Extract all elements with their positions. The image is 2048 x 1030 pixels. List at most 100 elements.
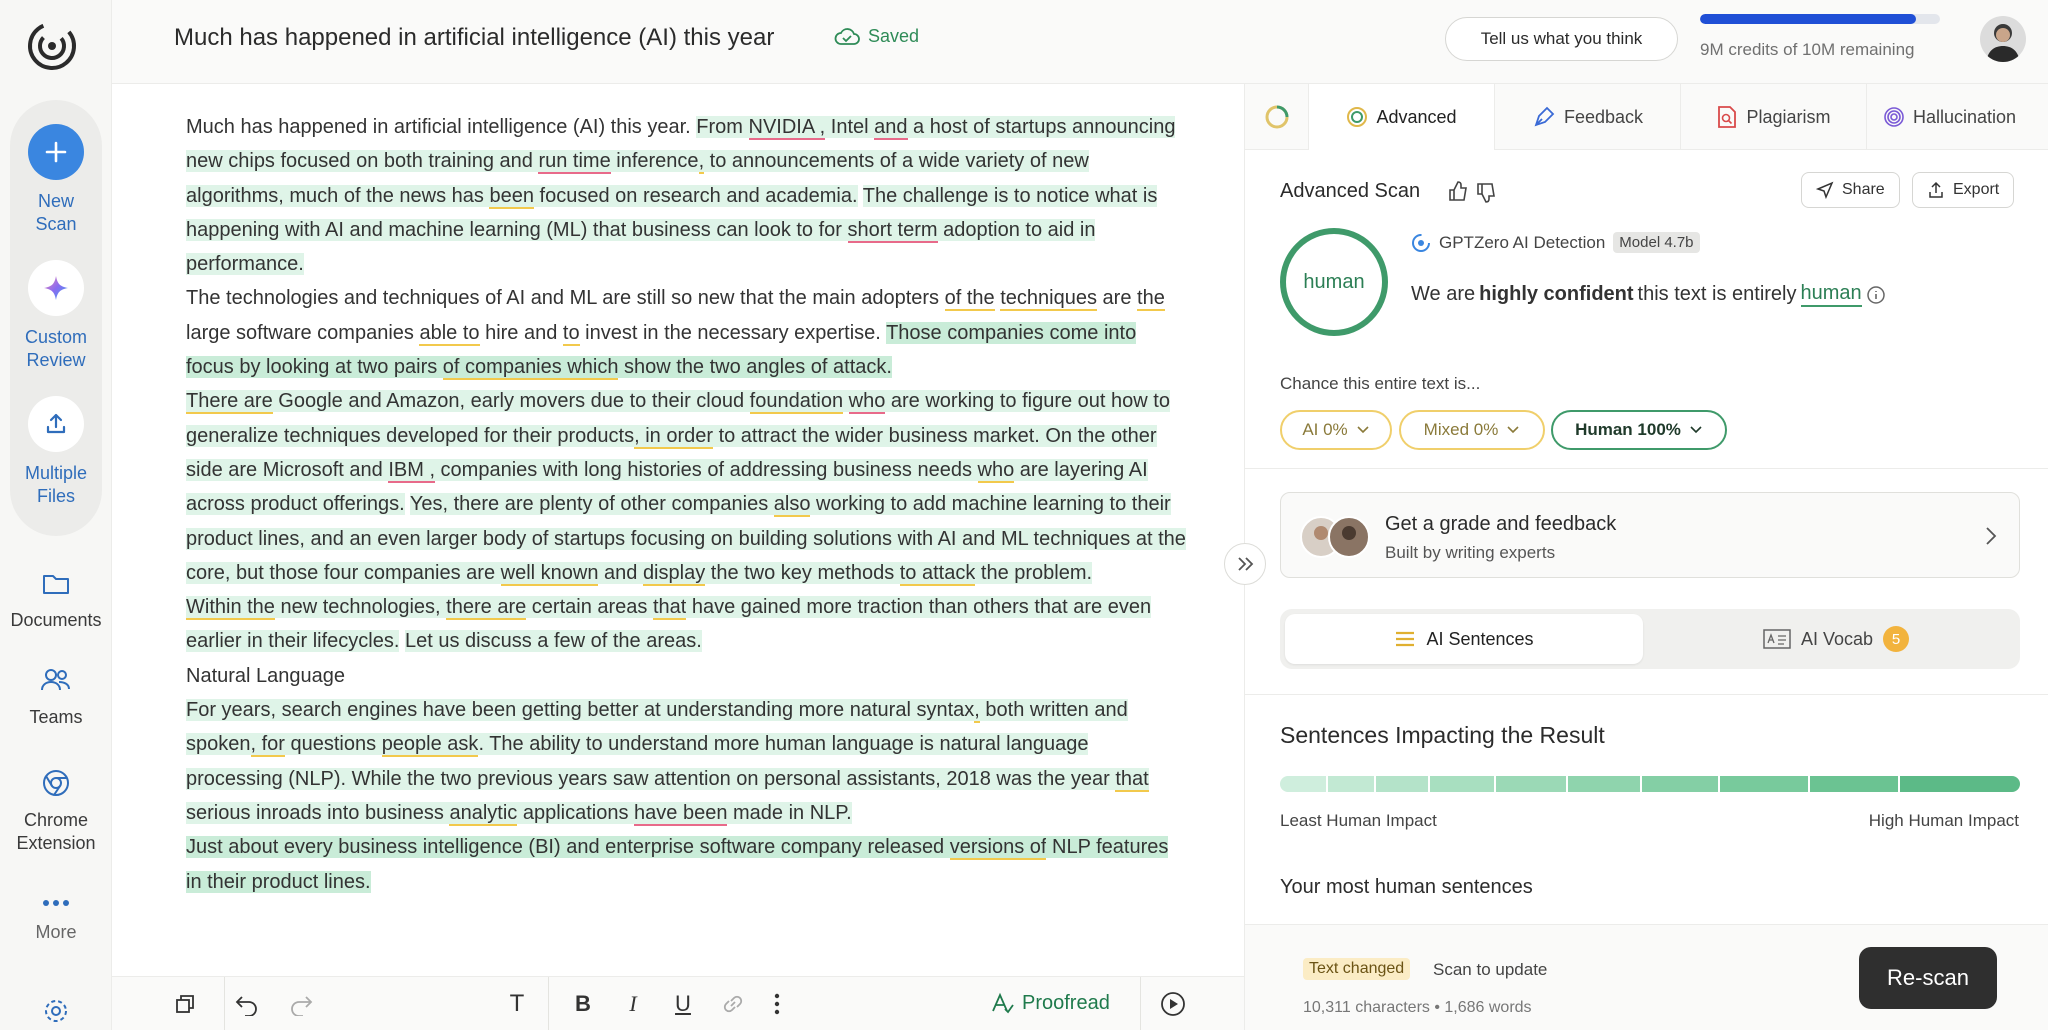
tab-advanced[interactable]: Advanced [1309, 84, 1495, 150]
collapse-panel-button[interactable] [1224, 543, 1266, 585]
highlighted-text-run: there are [446, 596, 527, 621]
highlighted-text-run: run time [538, 150, 611, 175]
model-badge: Model 4.7b [1613, 232, 1700, 253]
editor-paragraph[interactable]: Natural Language [186, 659, 1186, 693]
sentences-vocab-toggle: AI Sentences AI Vocab 5 [1280, 609, 2020, 669]
most-human-sentences-title: Your most human sentences [1280, 876, 1533, 898]
ai-vocab-toggle[interactable]: AI Vocab 5 [1657, 614, 2015, 664]
text-run [858, 185, 863, 207]
send-icon [1816, 181, 1834, 199]
tab-hallucination[interactable]: Hallucination [1867, 84, 2048, 150]
rescan-button[interactable]: Re-scan [1859, 947, 1997, 1009]
gptzero-logo[interactable] [24, 18, 80, 74]
highlighted-text-run: show the two angles of attack. [618, 356, 892, 379]
tab-hallucination-label: Hallucination [1913, 106, 2017, 127]
tab-plagiarism[interactable]: Plagiarism [1681, 84, 1867, 150]
nav-teams[interactable]: Teams [0, 665, 112, 729]
highlighted-text-run: From [696, 116, 749, 138]
highlighted-text-run: to [562, 321, 580, 346]
left-sidebar: New Scan Custom Review Multiple Files Do… [0, 0, 112, 1030]
undo-button[interactable] [232, 989, 262, 1019]
highlighted-text-run: also [773, 493, 811, 518]
thumbs-up-icon[interactable] [1447, 180, 1469, 202]
highlighted-text-run: short term [847, 218, 938, 243]
share-button[interactable]: Share [1801, 172, 1900, 208]
underline-button[interactable]: U [668, 989, 698, 1019]
nav-more[interactable]: More [0, 896, 112, 944]
export-button[interactable]: Export [1912, 172, 2015, 208]
grade-feedback-card[interactable]: Get a grade and feedback Built by writin… [1280, 492, 2020, 578]
user-avatar[interactable] [1980, 16, 2026, 62]
editor-paragraph[interactable]: Just about every business intelligence (… [186, 830, 1186, 899]
bold-button[interactable]: B [568, 989, 598, 1019]
folder-icon [43, 575, 69, 594]
highlighted-text-run: Yes, there are plenty of other companies [409, 493, 774, 516]
ai-sentences-toggle[interactable]: AI Sentences [1285, 614, 1643, 664]
highlighted-text-run: and [874, 116, 908, 140]
document-editor[interactable]: Much has happened in artificial intellig… [112, 84, 1244, 976]
custom-review-button[interactable]: Custom Review [0, 260, 112, 372]
text-format-button[interactable]: T [502, 989, 532, 1019]
italic-button[interactable]: I [618, 989, 648, 1019]
refresh-tab[interactable] [1245, 84, 1309, 150]
text-run: Natural Language [186, 664, 346, 687]
credits-remaining-text: 9M credits of 10M remaining [1700, 40, 1915, 59]
saved-status: Saved [834, 26, 919, 47]
copy-button[interactable] [170, 989, 200, 1019]
multiple-files-button[interactable]: Multiple Files [0, 396, 112, 508]
chevron-down-icon [1507, 426, 1519, 434]
detector-row: GPTZero AI Detection Model 4.7b [1411, 232, 1700, 253]
editor-paragraph[interactable]: The technologies and techniques of AI an… [186, 281, 1186, 384]
section-divider [1245, 694, 2048, 695]
impact-scale-bar [1280, 776, 2020, 792]
tab-feedback-label: Feedback [1563, 106, 1644, 127]
proofread-button[interactable]: Proofread [990, 991, 1110, 1015]
multiple-files-label: Multiple Files [24, 463, 88, 506]
detector-label: GPTZero AI Detection [1439, 232, 1606, 252]
editor-text[interactable]: Much has happened in artificial intellig… [186, 110, 1186, 899]
tell-us-feedback-button[interactable]: Tell us what you think [1445, 17, 1678, 61]
cloud-check-icon [834, 27, 860, 45]
double-chevron-right-icon [1238, 557, 1254, 571]
info-icon[interactable] [1866, 285, 1886, 305]
highlighted-text-run: who [848, 390, 886, 415]
mixed-percentage-pill[interactable]: Mixed 0% [1399, 410, 1545, 450]
highlighted-text-run: and [598, 561, 643, 584]
highlighted-text-run: new technologies, [274, 596, 447, 619]
redo-button[interactable] [286, 989, 316, 1019]
grade-subtitle: Built by writing experts [1385, 543, 1556, 562]
nav-chrome-extension[interactable]: Chrome Extension [0, 768, 112, 855]
credits-progress-fill [1700, 14, 1916, 24]
highlighted-text-run: There are [186, 390, 273, 415]
text-run: Much has happened in artificial intellig… [186, 116, 697, 138]
nav-documents[interactable]: Documents [0, 568, 112, 632]
tab-feedback[interactable]: Feedback [1495, 84, 1681, 150]
highlighted-text-run: NVIDIA , [748, 116, 826, 140]
toolbar-divider [548, 977, 549, 1030]
highlighted-text-run: companies with long histories of address… [435, 458, 978, 481]
ai-percentage-pill[interactable]: AI 0% [1280, 410, 1392, 450]
bold-icon: B [575, 991, 591, 1016]
impact-segment [1496, 776, 1568, 792]
editor-paragraph[interactable]: Much has happened in artificial intellig… [186, 110, 1186, 281]
play-button[interactable] [1158, 989, 1188, 1019]
editor-paragraph[interactable]: There are Google and Amazon, early mover… [186, 384, 1186, 590]
highlighted-text-run: of companies which [442, 356, 619, 381]
document-title[interactable]: Much has happened in artificial intellig… [174, 24, 774, 52]
new-scan-button[interactable]: New Scan [0, 124, 112, 236]
text-run: are [1096, 287, 1138, 310]
editor-paragraph[interactable]: For years, search engines have been gett… [186, 693, 1186, 830]
human-percentage-pill[interactable]: Human 100% [1551, 410, 1727, 450]
top-bar: Much has happened in artificial intellig… [112, 0, 2048, 84]
nav-settings[interactable] [0, 996, 112, 1030]
editor-toolbar: T B I U Proofread [112, 976, 1244, 1030]
editor-paragraph[interactable]: Within the new technologies, there are c… [186, 590, 1186, 659]
highlighted-text-run: focused on research and academia. [533, 184, 858, 207]
nav-chrome-extension-label: Chrome Extension [16, 810, 96, 853]
highlighted-text-run: inference [610, 150, 699, 173]
more-options-button[interactable] [762, 989, 792, 1019]
impact-segment [1328, 776, 1376, 792]
experts-avatars [1300, 516, 1370, 558]
thumbs-down-icon[interactable] [1475, 182, 1497, 204]
link-button[interactable] [718, 989, 748, 1019]
